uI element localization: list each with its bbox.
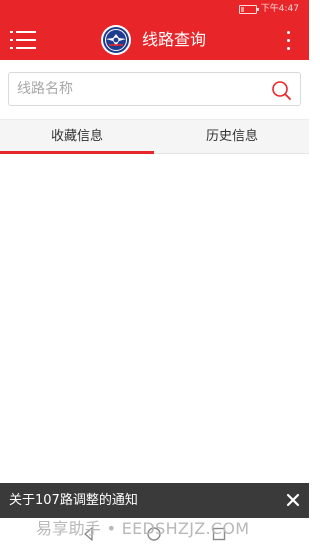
page-title: 线路查询 bbox=[142, 30, 207, 49]
active-tab-indicator bbox=[0, 151, 154, 154]
status-indicators: 下午4:47 bbox=[238, 3, 299, 15]
battery-level bbox=[240, 6, 244, 12]
status-time: 下午4:47 bbox=[260, 4, 299, 14]
battery-icon bbox=[238, 4, 259, 14]
tab-bar: 收藏信息 历史信息 bbox=[0, 119, 309, 154]
status-bar: 下午4:47 bbox=[0, 0, 309, 20]
home-icon[interactable] bbox=[145, 525, 163, 543]
app-bar: 线路查询 bbox=[0, 20, 309, 60]
search-icon[interactable] bbox=[270, 79, 292, 101]
hamburger-menu-icon[interactable] bbox=[10, 29, 38, 51]
tab-history[interactable]: 历史信息 bbox=[155, 120, 309, 154]
more-vertical-icon[interactable] bbox=[285, 29, 293, 51]
tab-favorites[interactable]: 收藏信息 bbox=[0, 120, 154, 154]
favorites-list bbox=[0, 155, 309, 483]
recents-icon[interactable] bbox=[210, 525, 228, 543]
notice-banner: 关于107路调整的通知 bbox=[0, 483, 309, 518]
system-nav-bar bbox=[0, 518, 309, 550]
search-input[interactable] bbox=[17, 75, 267, 103]
notice-text[interactable]: 关于107路调整的通知 bbox=[9, 492, 138, 509]
search-box bbox=[8, 72, 301, 106]
close-icon[interactable] bbox=[283, 490, 303, 510]
back-icon[interactable] bbox=[80, 525, 98, 543]
bus-company-logo bbox=[101, 25, 131, 55]
